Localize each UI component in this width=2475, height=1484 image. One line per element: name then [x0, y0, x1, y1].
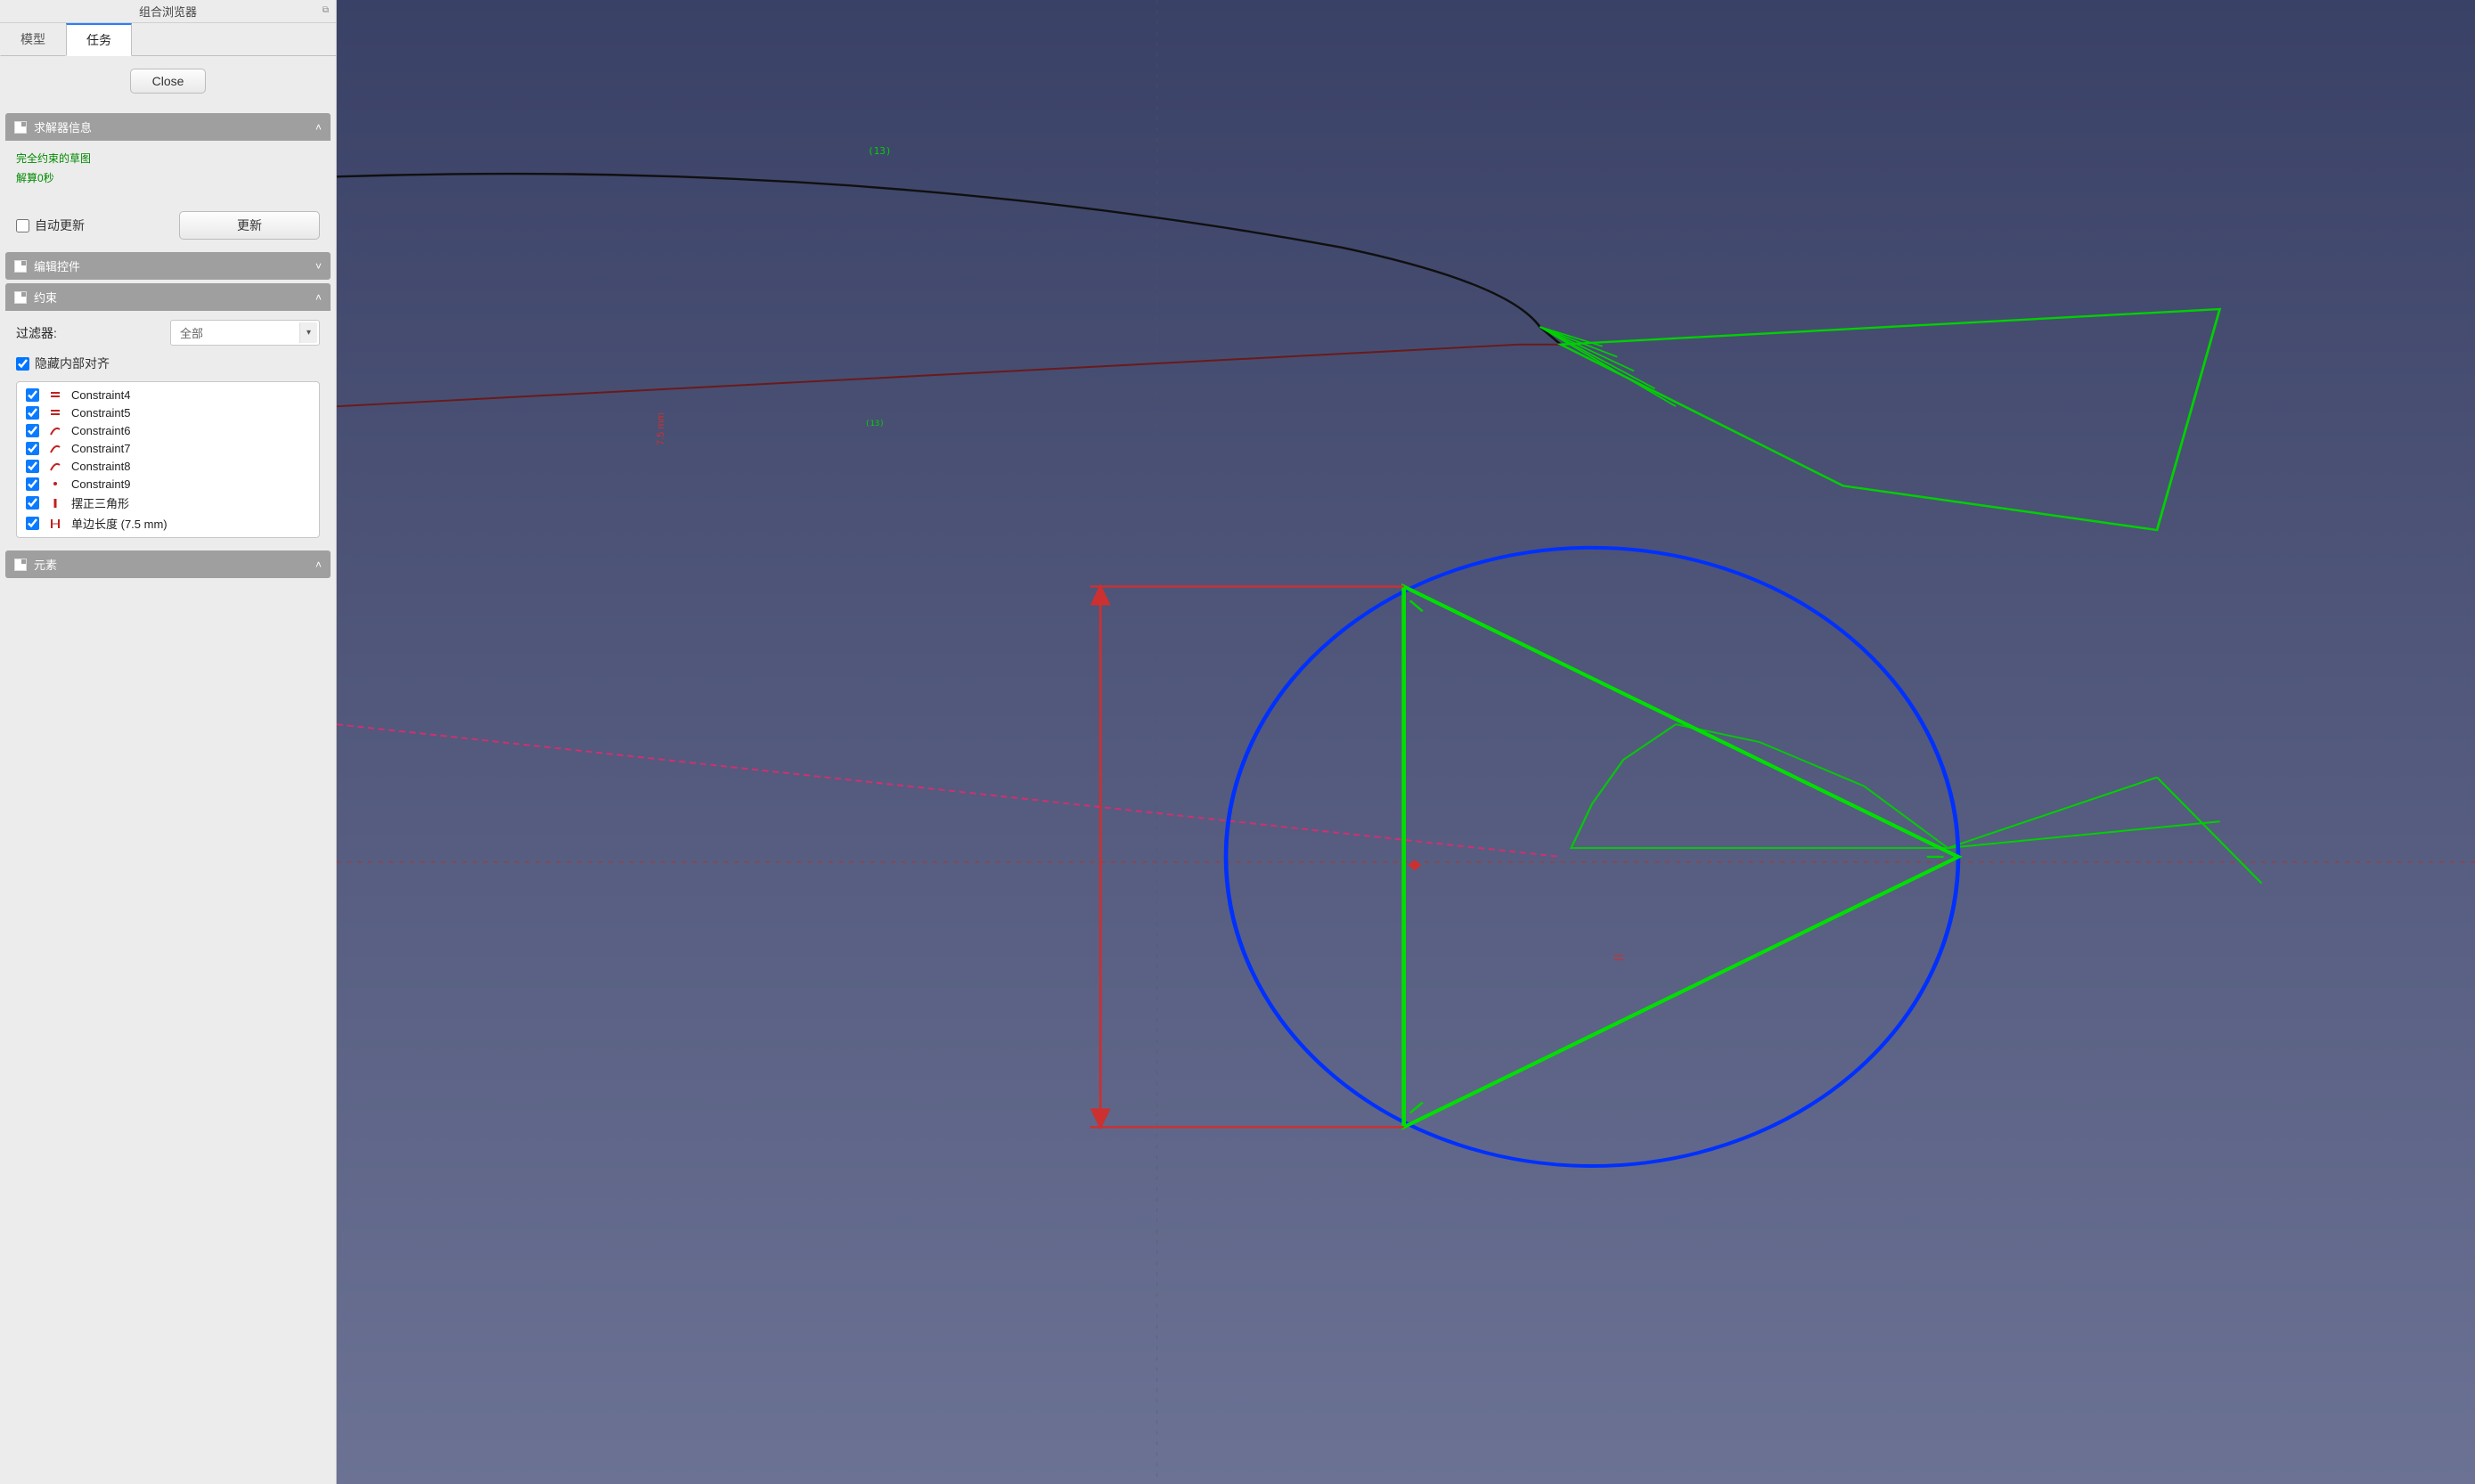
constraint-tangent-icon	[48, 441, 62, 455]
tabs-spacer	[132, 23, 336, 56]
annotation-13-center: (13)	[865, 420, 885, 428]
panel-tabs: 模型 任务	[0, 23, 336, 56]
hide-internal-label: 隐藏内部对齐	[35, 355, 110, 372]
constraint-checkbox[interactable]	[26, 477, 39, 491]
constraint-checkbox[interactable]	[26, 517, 39, 530]
constraint-vertical-icon	[48, 496, 62, 510]
section-constraints-title: 约束	[34, 289, 57, 306]
constraint-label: Constraint7	[71, 442, 130, 455]
solver-status-2: 解算0秒	[16, 169, 320, 189]
constraint-tangent-icon	[48, 459, 62, 473]
constraint-item[interactable]: Constraint5	[17, 404, 319, 421]
document-icon	[14, 260, 27, 273]
constraint-label: Constraint6	[71, 424, 130, 437]
constraint-checkbox[interactable]	[26, 460, 39, 473]
constraint-label: 单边长度 (7.5 mm)	[71, 515, 167, 532]
document-icon	[14, 559, 27, 571]
constraint-tangent-icon	[48, 423, 62, 437]
auto-update-checkbox[interactable]: 自动更新	[16, 216, 85, 234]
section-elements-title: 元素	[34, 556, 57, 573]
chevron-down-icon: ˅	[315, 260, 322, 273]
constraint-label: 摆正三角形	[71, 494, 129, 511]
constraint-label: Constraint8	[71, 460, 130, 473]
constraint-checkbox[interactable]	[26, 442, 39, 455]
filter-row: 过滤器: 全部 ▾	[16, 320, 320, 346]
hide-internal-checkbox[interactable]: 隐藏内部对齐	[16, 355, 320, 372]
constraint-point-icon	[48, 477, 62, 491]
constraint-item[interactable]: Constraint6	[17, 421, 319, 439]
combo-view-panel: 组合浏览器 ⧉ 模型 任务 Close 求解器信息 ˄ 完全约束的草图 解算0秒	[0, 0, 337, 1484]
constraint-label: Constraint4	[71, 388, 130, 402]
constraint-distance-icon	[48, 517, 62, 531]
sketch-canvas: ⬥ =	[337, 0, 2475, 1484]
section-edit-controls-title: 编辑控件	[34, 257, 80, 274]
solver-status-1: 完全约束的草图	[16, 150, 320, 169]
chevron-up-icon: ˄	[315, 291, 322, 304]
document-icon	[14, 291, 27, 304]
chevron-up-icon: ˄	[315, 559, 322, 571]
panel-title: 组合浏览器	[139, 3, 197, 20]
filter-combo[interactable]: 全部 ▾	[170, 320, 320, 346]
document-icon	[14, 121, 27, 134]
constraint-checkbox[interactable]	[26, 496, 39, 510]
section-elements-header[interactable]: 元素 ˄	[5, 550, 331, 578]
3d-viewport[interactable]: ⬥ = 7.5 mm (13) (13) x z y	[337, 0, 2475, 1484]
annotation-13-top: (13)	[868, 145, 892, 157]
undock-icon[interactable]: ⧉	[323, 5, 329, 15]
constraint-list[interactable]: Constraint4 Constraint5 Constraint6 Constra…	[16, 381, 320, 538]
section-elements: 元素 ˄	[5, 550, 331, 578]
constraint-equal-icon	[48, 405, 62, 420]
section-edit-controls-header[interactable]: 编辑控件 ˅	[5, 252, 331, 280]
section-solver-title: 求解器信息	[34, 118, 92, 135]
section-constraints: 约束 ˄ 过滤器: 全部 ▾ 隐藏内部对齐 Constraint4C	[5, 283, 331, 547]
close-button[interactable]: Close	[130, 69, 207, 94]
constraint-equal-icon	[48, 387, 62, 402]
svg-text:=: =	[1613, 949, 1623, 966]
chevron-up-icon: ˄	[315, 121, 322, 134]
constraint-item[interactable]: Constraint8	[17, 457, 319, 475]
constraint-item[interactable]: 摆正三角形	[17, 493, 319, 513]
constraint-item[interactable]: Constraint7	[17, 439, 319, 457]
constraint-checkbox[interactable]	[26, 406, 39, 420]
constraint-item[interactable]: Constraint9	[17, 475, 319, 493]
constraint-item[interactable]: 单边长度 (7.5 mm)	[17, 513, 319, 534]
auto-update-label: 自动更新	[35, 216, 85, 234]
section-solver: 求解器信息 ˄ 完全约束的草图 解算0秒 自动更新 更新	[5, 113, 331, 249]
filter-value: 全部	[180, 327, 203, 340]
constraint-checkbox[interactable]	[26, 424, 39, 437]
tab-model[interactable]: 模型	[0, 23, 66, 56]
panel-body: Close 求解器信息 ˄ 完全约束的草图 解算0秒 自动更新 更新	[0, 56, 336, 1484]
panel-title-bar: 组合浏览器 ⧉	[0, 0, 336, 23]
section-solver-header[interactable]: 求解器信息 ˄	[5, 113, 331, 141]
section-constraints-body: 过滤器: 全部 ▾ 隐藏内部对齐 Constraint4Constraint5C…	[5, 311, 331, 547]
constraint-checkbox[interactable]	[26, 388, 39, 402]
filter-label: 过滤器:	[16, 324, 57, 342]
update-button[interactable]: 更新	[179, 211, 320, 240]
dimension-label: 7.5 mm	[656, 412, 666, 445]
section-constraints-header[interactable]: 约束 ˄	[5, 283, 331, 311]
svg-text:⬥: ⬥	[1408, 855, 1421, 873]
close-row: Close	[0, 56, 336, 110]
section-edit-controls: 编辑控件 ˅	[5, 252, 331, 280]
section-solver-body: 完全约束的草图 解算0秒 自动更新 更新	[5, 141, 331, 249]
chevron-down-icon: ▾	[299, 322, 317, 343]
constraint-item[interactable]: Constraint4	[17, 386, 319, 404]
tab-tasks[interactable]: 任务	[66, 23, 132, 56]
constraint-label: Constraint9	[71, 477, 130, 491]
constraint-label: Constraint5	[71, 406, 130, 420]
